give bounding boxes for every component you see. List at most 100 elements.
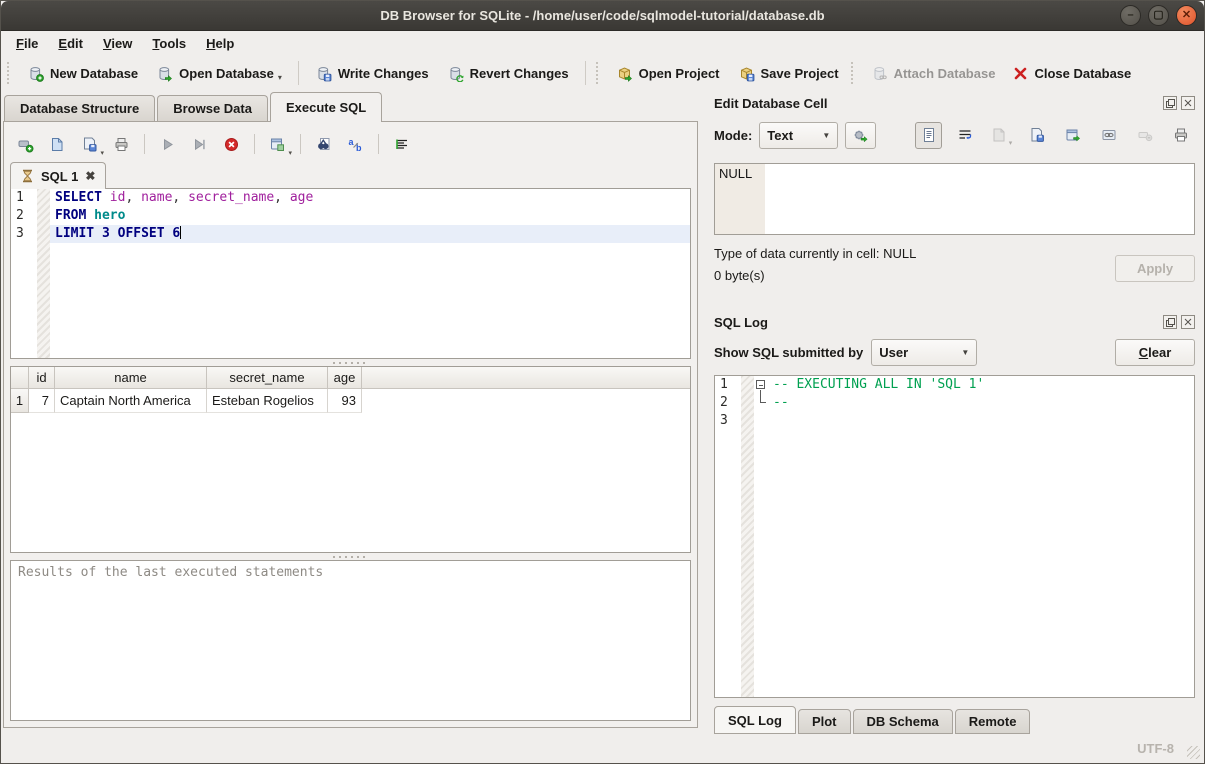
open-in-app-button[interactable] <box>1059 122 1086 149</box>
column-header-id[interactable]: id <box>29 367 55 389</box>
sql-new-tab-button[interactable] <box>12 131 39 157</box>
word-wrap-button[interactable] <box>951 122 978 149</box>
right-dock: Edit Database Cell Mode: Text ▼ <box>703 91 1204 734</box>
sql-toolbar-separator <box>254 134 255 154</box>
sql-execute-all-button <box>154 131 181 157</box>
text-mode-button[interactable] <box>915 122 942 149</box>
open-project-button[interactable]: Open Project <box>607 60 729 87</box>
text-cursor <box>180 226 181 239</box>
sql-export-button[interactable] <box>264 131 291 157</box>
tab-db-schema[interactable]: DB Schema <box>853 709 953 734</box>
sql-source-value: User <box>879 345 908 360</box>
menu-edit[interactable]: Edit <box>48 33 93 54</box>
tab-database-structure[interactable]: Database Structure <box>4 95 155 121</box>
results-grid[interactable]: id name secret_name age 1 7 Captain Nort… <box>10 366 691 553</box>
log-line[interactable]: 2-- <box>715 394 1194 412</box>
toolbar-drag-handle[interactable] <box>596 62 602 84</box>
close-database-label: Close Database <box>1034 66 1131 81</box>
close-database-icon <box>1013 66 1028 81</box>
menu-file[interactable]: File <box>6 33 48 54</box>
write-changes-button[interactable]: Write Changes <box>306 60 438 87</box>
close-database-button[interactable]: Close Database <box>1004 61 1140 86</box>
corner-header-cell[interactable] <box>11 367 29 389</box>
menu-tools[interactable]: Tools <box>142 33 196 54</box>
window-controls: – ▢ ✕ <box>1120 5 1197 26</box>
column-header-age[interactable]: age <box>328 367 362 389</box>
write-changes-icon <box>315 65 332 82</box>
tab-remote[interactable]: Remote <box>955 709 1031 734</box>
cell-name[interactable]: Captain North America <box>55 389 207 413</box>
open-database-button[interactable]: Open Database ▾ <box>147 60 291 87</box>
app-window: DB Browser for SQLite - /home/user/code/… <box>0 0 1205 764</box>
close-dock-icon[interactable] <box>1181 96 1195 110</box>
editor-line[interactable]: 2FROM hero <box>11 207 690 225</box>
left-panel: Database Structure Browse Data Execute S… <box>1 91 703 734</box>
log-line[interactable]: 3 <box>715 412 1194 430</box>
new-database-button[interactable]: New Database <box>18 60 147 87</box>
cell-age[interactable]: 93 <box>328 389 362 413</box>
new-database-label: New Database <box>50 66 138 81</box>
clear-log-button[interactable]: Clear <box>1115 339 1195 366</box>
toolbar-drag-handle[interactable] <box>851 62 857 84</box>
sql-format-button[interactable]: ab <box>342 131 369 157</box>
mode-select[interactable]: Text ▼ <box>759 122 838 149</box>
write-changes-label: Write Changes <box>338 66 429 81</box>
resize-grip-icon[interactable] <box>1187 746 1200 759</box>
toolbar-drag-handle[interactable] <box>7 62 13 84</box>
log-line[interactable]: 1-- EXECUTING ALL IN 'SQL 1' <box>715 376 1194 394</box>
cell-id[interactable]: 7 <box>29 389 55 413</box>
menu-help[interactable]: Help <box>196 33 244 54</box>
encoding-indicator[interactable]: UTF-8 <box>1137 741 1174 756</box>
open-project-icon <box>616 65 633 82</box>
editor-line[interactable]: 3LIMIT 3 OFFSET 6 <box>11 225 690 243</box>
menu-view[interactable]: View <box>93 33 142 54</box>
close-tab-icon[interactable]: ✖ <box>85 169 95 183</box>
column-header-secret-name[interactable]: secret_name <box>207 367 328 389</box>
splitter-handle[interactable] <box>10 553 691 560</box>
print-cell-button[interactable] <box>1167 122 1194 149</box>
float-dock-icon[interactable] <box>1163 96 1177 110</box>
editor-line[interactable]: 1SELECT id, name, secret_name, age <box>11 189 690 207</box>
sql-editor[interactable]: 1SELECT id, name, secret_name, age2FROM … <box>10 188 691 359</box>
sql-open-file-button[interactable] <box>44 131 71 157</box>
tab-plot[interactable]: Plot <box>798 709 851 734</box>
tab-browse-data[interactable]: Browse Data <box>157 95 268 121</box>
attach-database-button: Attach Database <box>862 60 1005 87</box>
sql-print-button[interactable] <box>108 131 135 157</box>
edit-cell-title: Edit Database Cell <box>714 96 1163 111</box>
cell-secret-name[interactable]: Esteban Rogelios <box>207 389 328 413</box>
link-cell-button[interactable] <box>1095 122 1122 149</box>
sql-find-button[interactable] <box>310 131 337 157</box>
float-dock-icon[interactable] <box>1163 315 1177 329</box>
column-header-name[interactable]: name <box>55 367 207 389</box>
sql-source-select[interactable]: User ▼ <box>871 339 977 366</box>
close-button[interactable]: ✕ <box>1176 5 1197 26</box>
open-project-label: Open Project <box>639 66 720 81</box>
maximize-button[interactable]: ▢ <box>1148 5 1169 26</box>
sql-tab-1[interactable]: SQL 1 ✖ <box>10 162 106 189</box>
tab-sql-log[interactable]: SQL Log <box>714 706 796 734</box>
sql-save-file-button[interactable] <box>76 131 103 157</box>
sql-log-title: SQL Log <box>714 315 1163 330</box>
execution-message-area[interactable]: Results of the last executed statements <box>10 560 691 721</box>
splitter-handle[interactable] <box>10 359 691 366</box>
line-number: 2 <box>715 394 741 412</box>
export-cell-button[interactable] <box>1023 122 1050 149</box>
cell-value-editor[interactable]: NULL <box>714 163 1195 235</box>
row-number-cell[interactable]: 1 <box>11 389 29 413</box>
statusbar: UTF-8 <box>1 734 1204 763</box>
import-data-button[interactable] <box>845 122 876 149</box>
revert-changes-button[interactable]: Revert Changes <box>438 60 578 87</box>
titlebar[interactable]: DB Browser for SQLite - /home/user/code/… <box>1 1 1204 31</box>
fold-marker <box>754 412 771 430</box>
sql-log-view[interactable]: 1-- EXECUTING ALL IN 'SQL 1'2--3 <box>714 375 1195 698</box>
close-dock-icon[interactable] <box>1181 315 1195 329</box>
minimize-button[interactable]: – <box>1120 5 1141 26</box>
tab-execute-sql[interactable]: Execute SQL <box>270 92 382 122</box>
save-project-button[interactable]: Save Project <box>729 60 848 87</box>
execute-all-icon <box>159 136 176 153</box>
sql-indent-button[interactable] <box>388 131 415 157</box>
open-database-dropdown-icon[interactable]: ▾ <box>278 73 282 82</box>
sql-stop-button[interactable] <box>218 131 245 157</box>
fold-margin <box>741 376 754 394</box>
